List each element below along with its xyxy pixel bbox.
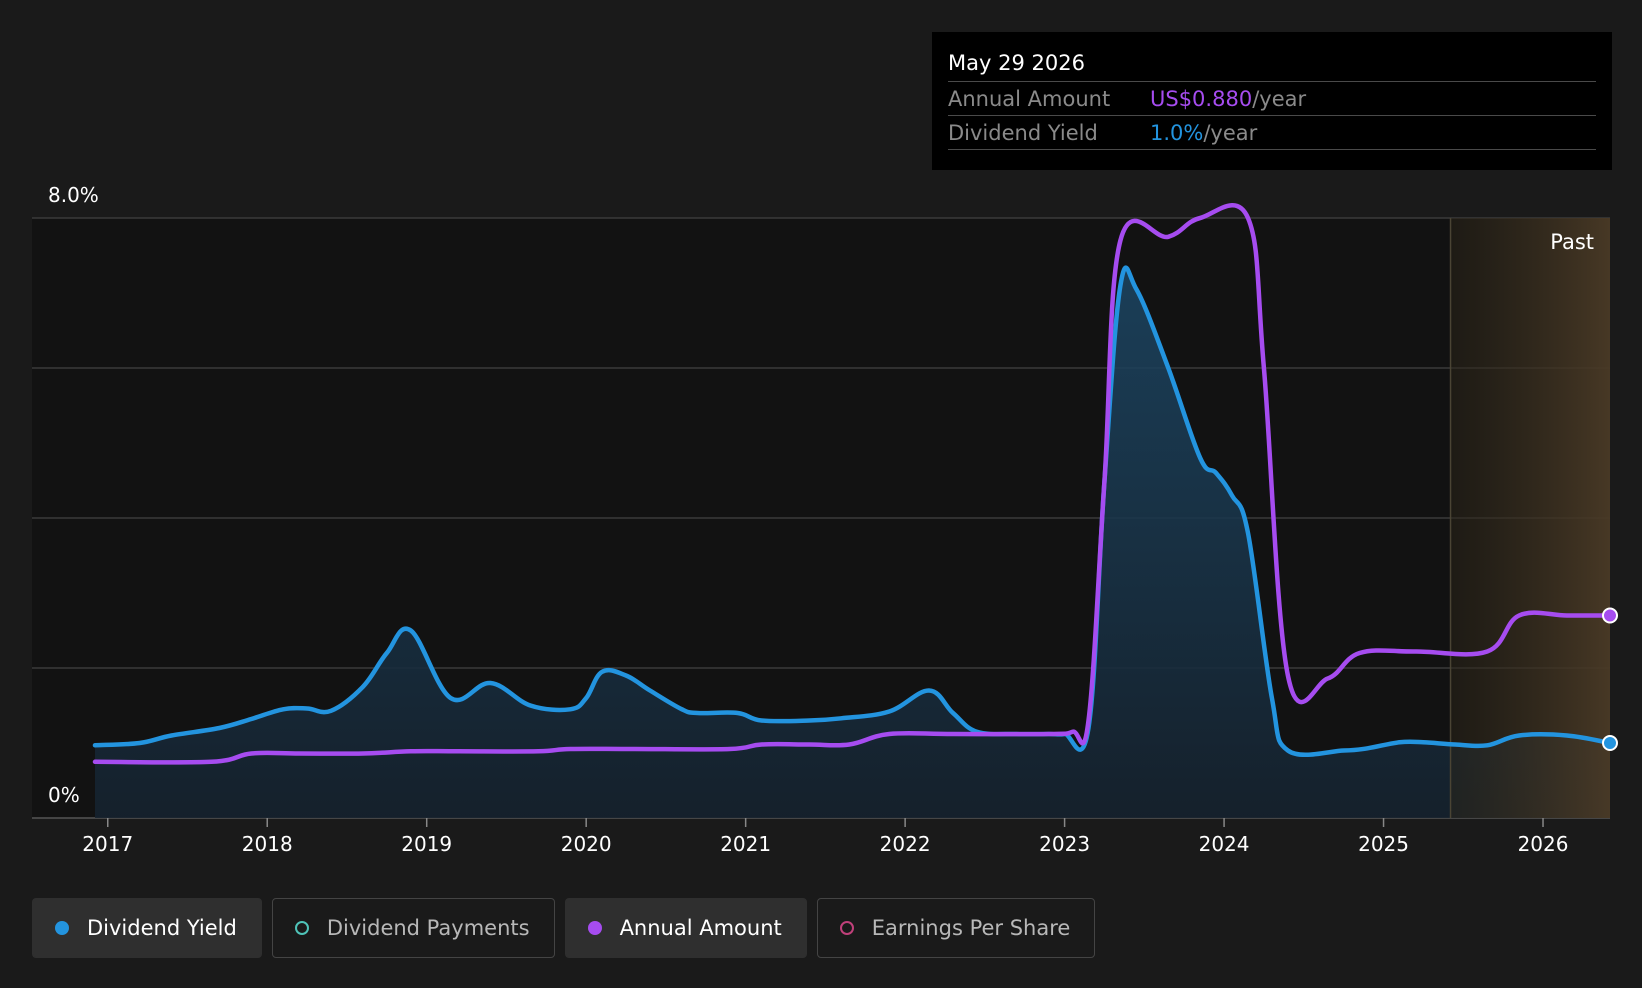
x-tick-label: 2019: [401, 832, 452, 856]
x-tick-label: 2023: [1039, 832, 1090, 856]
filled-circle-icon: [587, 921, 602, 935]
tooltip-value: US$0.880: [1150, 87, 1253, 111]
tooltip: May 29 2026 Annual Amount US$0.880 /year…: [932, 32, 1612, 170]
x-tick-label: 2025: [1358, 832, 1409, 856]
legend-annual-amount-button[interactable]: Annual Amount: [564, 898, 807, 958]
legend-label: Dividend Payments: [326, 916, 530, 940]
ring-circle-icon: [294, 921, 309, 935]
tooltip-label: Dividend Yield: [948, 121, 1098, 145]
x-tick-label: 2018: [242, 832, 293, 856]
x-tick-label: 2026: [1518, 832, 1569, 856]
past-label: Past: [1550, 230, 1594, 254]
legend-label: Annual Amount: [619, 916, 782, 940]
annual-amount-end-marker[interactable]: [1602, 607, 1618, 624]
tooltip-row-dividend-yield: Dividend Yield 1.0% /year: [948, 115, 1596, 150]
tooltip-date: May 29 2026: [948, 51, 1085, 75]
legend-dividend-payments-button[interactable]: Dividend Payments: [271, 898, 555, 958]
tooltip-unit: /year: [1203, 121, 1258, 145]
tooltip-value: 1.0%: [1150, 121, 1204, 145]
tooltip-row-annual-amount: Annual Amount US$0.880 /year: [948, 81, 1596, 115]
legend-earnings-per-share-button[interactable]: Earnings Per Share: [816, 898, 1096, 958]
x-tick-label: 2017: [82, 832, 133, 856]
past-region: [1450, 218, 1610, 818]
filled-circle-icon: [55, 921, 69, 935]
x-tick-label: 2022: [880, 832, 931, 856]
tooltip-unit: /year: [1252, 87, 1307, 111]
y-tick-bottom-label: 0%: [48, 783, 80, 807]
x-tick-label: 2024: [1199, 832, 1250, 856]
dividend-yield-end-marker[interactable]: [1602, 735, 1618, 751]
tooltip-label: Annual Amount: [948, 87, 1111, 111]
ring-circle-icon: [839, 921, 854, 935]
x-tick-label: 2020: [561, 832, 612, 856]
legend-dividend-yield-button[interactable]: Dividend Yield: [32, 898, 262, 958]
legend-label: Dividend Yield: [87, 916, 237, 940]
legend: Dividend Yield Dividend Payments Annual …: [32, 898, 1096, 958]
legend-label: Earnings Per Share: [871, 916, 1071, 940]
y-tick-top-label: 8.0%: [48, 183, 99, 207]
x-tick-label: 2021: [720, 832, 771, 856]
